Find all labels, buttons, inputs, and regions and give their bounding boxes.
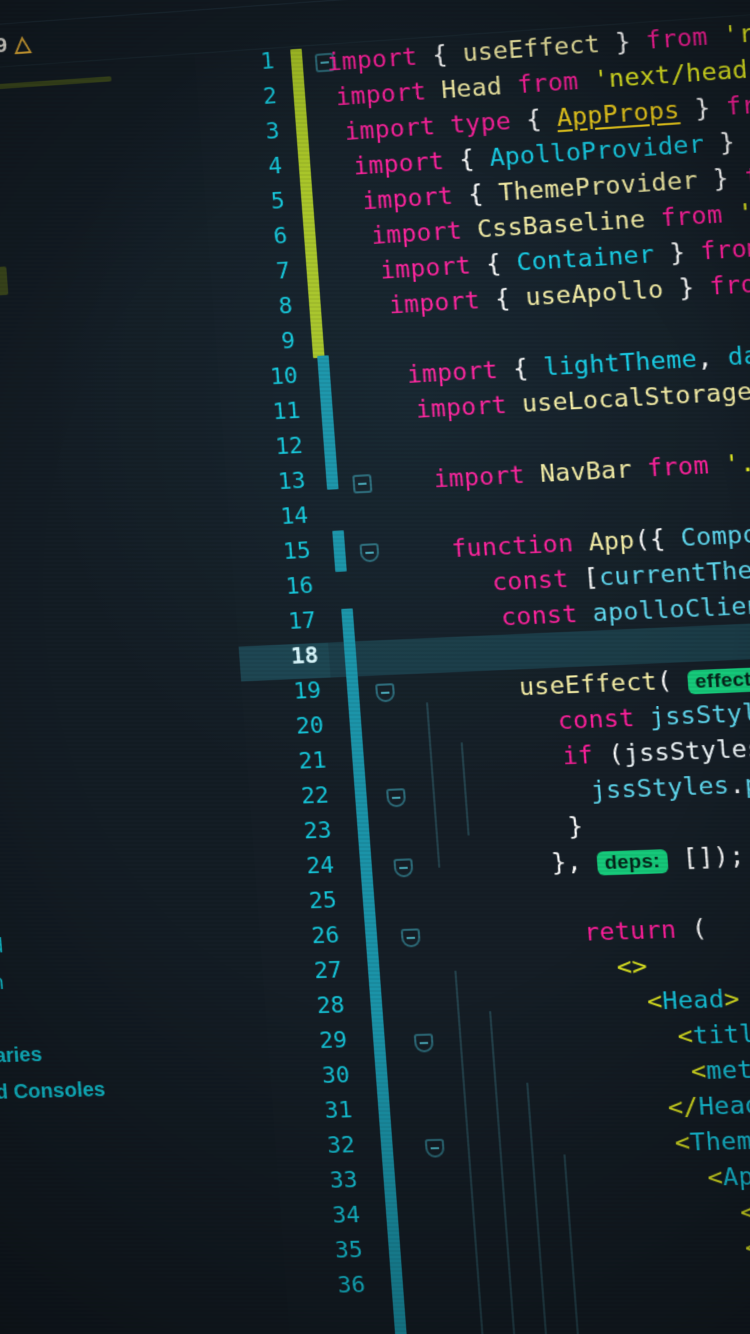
parameter-hint: deps: (596, 849, 669, 876)
code-line-13[interactable]: import NavBar from '../components/NavB (432, 431, 750, 497)
code-line-23[interactable]: } (566, 808, 584, 844)
line-number: 8 (277, 293, 294, 320)
line-number: 22 (300, 782, 330, 810)
line-number: 17 (287, 608, 317, 636)
line-number: 31 (323, 1097, 354, 1125)
line-number: 32 (326, 1132, 356, 1160)
minimize-icon[interactable] (0, 0, 29, 7)
list-item-library-root[interactable]: library root (0, 261, 9, 305)
list-item[interactable]: fig.json (0, 965, 5, 1004)
tab-index-ts[interactable]: index.ts × (30, 0, 188, 14)
line-number: 15 (282, 538, 312, 566)
line-number: 19 (292, 678, 323, 705)
line-number: 2 (262, 83, 278, 111)
line-number: 36 (336, 1272, 367, 1299)
line-number: 5 (269, 188, 286, 215)
line-number: 11 (271, 398, 302, 426)
line-number: 1 (259, 48, 276, 76)
line-number: 6 (272, 223, 289, 250)
list-item[interactable]: ME.md (0, 928, 5, 968)
code-line-28[interactable]: <Head> (646, 981, 741, 1019)
line-number: 21 (297, 747, 328, 775)
parameter-hint: effect: (686, 667, 750, 695)
line-number: 9 (280, 328, 297, 355)
code-line-31[interactable]: </Head> (667, 1087, 750, 1125)
line-number: 14 (279, 503, 310, 531)
warning-icon: △ (13, 31, 32, 57)
line-number: 35 (334, 1237, 364, 1264)
line-number: 16 (284, 573, 315, 601)
code-line-26[interactable]: return ( (583, 911, 708, 950)
list-item-label: library root (0, 265, 9, 302)
code-line-24[interactable]: }, deps: []); (550, 838, 746, 880)
line-number: 34 (331, 1202, 362, 1229)
problem-count: 9 (0, 32, 8, 58)
line-number: 10 (269, 363, 299, 391)
line-number: 29 (318, 1027, 349, 1055)
line-number: 20 (295, 712, 325, 740)
line-number: 30 (321, 1062, 351, 1090)
list-item-label: ME.md (0, 935, 4, 960)
code-line-32[interactable]: <ThemeProvider theme (673, 1117, 750, 1160)
line-number: 33 (328, 1167, 359, 1194)
code-line-27[interactable]: <> (615, 948, 649, 984)
line-number: 4 (267, 153, 284, 181)
code-line-33[interactable]: <ApolloProvider cl (706, 1153, 750, 1195)
line-number: 28 (315, 992, 346, 1020)
code-line-34[interactable]: <CssBaseline /> (739, 1189, 750, 1230)
line-number-current: 18 (289, 643, 320, 670)
list-item[interactable]: ge.json (0, 891, 1, 931)
line-number: 3 (264, 118, 281, 146)
code-line-35[interactable]: <Container> (744, 1226, 750, 1265)
screen-photo: index.ts × .env.local × (0, 0, 750, 1334)
line-number: 12 (274, 433, 304, 461)
list-item-external-libraries[interactable]: l Libraries (0, 1037, 43, 1077)
list-item-label: fig.json (0, 971, 5, 996)
line-number: 27 (313, 957, 343, 985)
code-editor[interactable]: 1 2 3 4 5 6 7 8 9 10 11 12 13 14 15 16 1… (194, 0, 750, 1334)
line-number: 25 (308, 887, 338, 915)
line-number: 13 (276, 468, 307, 496)
list-item-scratches-consoles[interactable]: es and Consoles (0, 1072, 107, 1114)
line-number: 24 (305, 852, 336, 880)
ide-window: index.ts × .env.local × (0, 0, 750, 1334)
line-number: 26 (310, 922, 341, 950)
list-item[interactable] (0, 60, 113, 114)
list-item-label: es and Consoles (0, 1078, 107, 1106)
line-number: 23 (302, 817, 333, 845)
list-item-label: l Libraries (0, 1043, 43, 1069)
line-number: 7 (275, 258, 291, 285)
